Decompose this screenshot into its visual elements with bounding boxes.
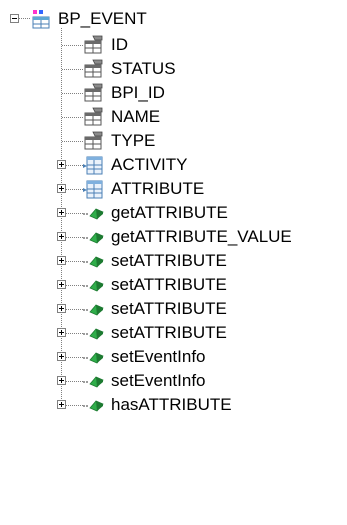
tree-node-label: hasATTRIBUTE — [111, 395, 232, 414]
column-icon — [82, 59, 106, 79]
tree-node-activity[interactable]: ACTIVITY — [82, 153, 189, 177]
column-icon — [82, 107, 106, 127]
tree-node-setattribute[interactable]: setATTRIBUTE — [82, 273, 228, 297]
relation-icon — [82, 155, 106, 175]
method-icon — [82, 203, 106, 223]
method-icon — [82, 371, 106, 391]
tree-node-seteventinfo[interactable]: setEventInfo — [82, 369, 207, 393]
tree-node-setattribute[interactable]: setATTRIBUTE — [82, 297, 228, 321]
tree-node-label: getATTRIBUTE — [111, 203, 228, 222]
tree-expander[interactable] — [57, 280, 66, 289]
table-icon — [29, 9, 53, 29]
tree-expander[interactable] — [57, 352, 66, 361]
tree-node-label: TYPE — [111, 131, 156, 150]
tree-expander[interactable] — [57, 208, 66, 217]
tree-node-label: STATUS — [111, 59, 176, 78]
method-icon — [82, 227, 106, 247]
method-icon — [82, 251, 106, 271]
tree-node-name[interactable]: NAME — [82, 105, 161, 129]
tree-node-getattribute_value[interactable]: getATTRIBUTE_VALUE — [82, 225, 293, 249]
method-icon — [82, 395, 106, 415]
column-icon — [82, 83, 106, 103]
tree-node-type[interactable]: TYPE — [82, 129, 156, 153]
tree-expander[interactable] — [57, 232, 66, 241]
tree-node-root[interactable]: BP_EVENT — [29, 7, 148, 31]
tree-node-label: BPI_ID — [111, 83, 165, 102]
tree-node-label: BP_EVENT — [58, 9, 147, 28]
tree-expander[interactable] — [57, 376, 66, 385]
tree-node-id[interactable]: ID — [82, 33, 129, 57]
tree-node-label: ACTIVITY — [111, 155, 188, 174]
tree-node-label: setEventInfo — [111, 371, 206, 390]
tree-node-seteventinfo[interactable]: setEventInfo — [82, 345, 207, 369]
tree-node-label: ID — [111, 35, 128, 54]
tree-node-label: setATTRIBUTE — [111, 323, 227, 342]
tree-node-label: setATTRIBUTE — [111, 275, 227, 294]
method-icon — [82, 347, 106, 367]
method-icon — [82, 323, 106, 343]
tree-node-attribute[interactable]: ATTRIBUTE — [82, 177, 205, 201]
tree-expander[interactable] — [57, 328, 66, 337]
tree-node-setattribute[interactable]: setATTRIBUTE — [82, 249, 228, 273]
tree-node-setattribute[interactable]: setATTRIBUTE — [82, 321, 228, 345]
tree-node-label: setEventInfo — [111, 347, 206, 366]
tree-expander[interactable] — [57, 304, 66, 313]
tree-node-getattribute[interactable]: getATTRIBUTE — [82, 201, 229, 225]
tree-node-bpi_id[interactable]: BPI_ID — [82, 81, 166, 105]
tree-node-label: getATTRIBUTE_VALUE — [111, 227, 292, 246]
object-tree: BP_EVENT ID STATUS BPI_ID NAME TYPE ACTIVITY A… — [0, 0, 347, 525]
method-icon — [82, 275, 106, 295]
root-expander[interactable] — [10, 14, 19, 23]
tree-node-label: NAME — [111, 107, 161, 126]
tree-node-status[interactable]: STATUS — [82, 57, 177, 81]
method-icon — [82, 299, 106, 319]
tree-expander[interactable] — [57, 184, 66, 193]
tree-node-label: setATTRIBUTE — [111, 299, 227, 318]
relation-icon — [82, 179, 106, 199]
tree-node-label: ATTRIBUTE — [111, 179, 205, 198]
column-icon — [82, 35, 106, 55]
tree-expander[interactable] — [57, 160, 66, 169]
tree-expander[interactable] — [57, 256, 66, 265]
tree-expander[interactable] — [57, 400, 66, 409]
column-icon — [82, 131, 106, 151]
tree-node-label: setATTRIBUTE — [111, 251, 227, 270]
tree-node-hasattribute[interactable]: hasATTRIBUTE — [82, 393, 233, 417]
